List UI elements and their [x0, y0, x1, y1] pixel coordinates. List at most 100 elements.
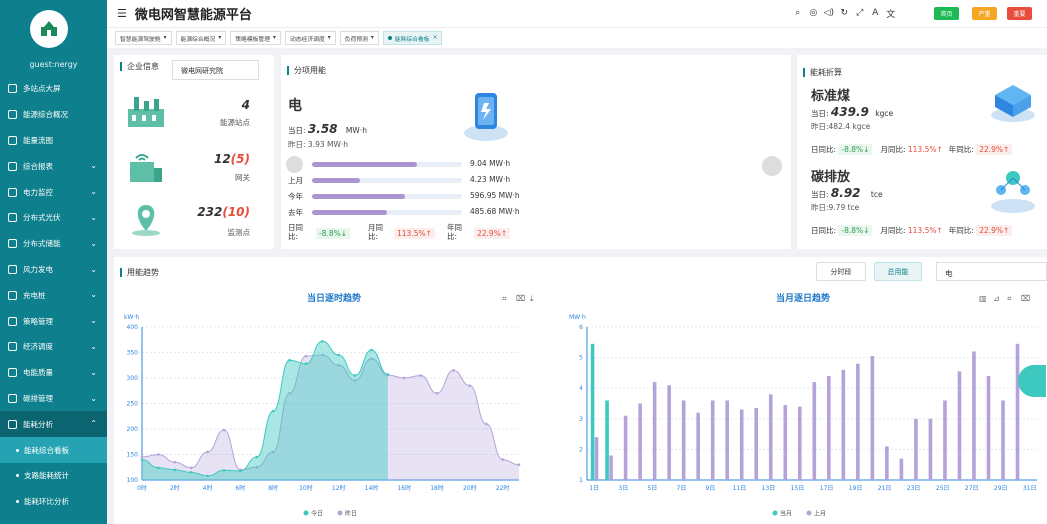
conversion-title: 能耗折算 — [803, 68, 842, 77]
tab[interactable]: 动态经济调度 ▾ — [284, 31, 336, 45]
sidebar-item-label: 分布式储能 — [23, 239, 61, 249]
toolbox-icon[interactable]: ⌧ — [516, 294, 525, 303]
bar — [754, 408, 759, 480]
toolbox-icon[interactable]: ⌗ — [1007, 294, 1012, 303]
tab[interactable]: 策略模板管理 ▾ — [230, 31, 281, 45]
energy-title: 分项用能 — [287, 66, 326, 75]
tab[interactable]: 负荷预测 ▾ — [339, 31, 379, 45]
toolbox-icon[interactable]: ⌧ — [1021, 294, 1030, 303]
legend-marker — [337, 510, 343, 516]
next-arrow-button[interactable] — [762, 156, 782, 176]
sidebar-item[interactable]: 电能质量 ⌄ — [0, 360, 107, 386]
tab-close-icon[interactable]: × — [433, 35, 438, 41]
energy-today: 当日: 3.58 MW·h — [288, 122, 367, 136]
bullet-icon — [16, 474, 19, 478]
x-tick-label: 23日 — [907, 485, 921, 492]
sidebar-item[interactable]: 碳排管理 ⌄ — [0, 386, 107, 412]
search-icon[interactable]: ⌕ — [790, 6, 806, 20]
tab-close-icon[interactable]: ▾ — [218, 35, 221, 41]
x-tick-label: 31日 — [1023, 485, 1037, 492]
data-point — [189, 471, 193, 474]
toolbox-icon[interactable]: ⤓ — [530, 294, 534, 303]
chart-title: 当日逐时趋势 — [307, 292, 361, 304]
home-button[interactable]: 首页 — [934, 7, 959, 20]
bar-fill — [312, 194, 405, 199]
sidebar-subitem[interactable]: 能耗综合看板 — [0, 437, 107, 463]
legend-marker — [772, 510, 778, 516]
gateway-count: 12(5) — [213, 152, 250, 166]
series-area — [142, 341, 388, 480]
sidebar-item[interactable]: 能量流图 — [0, 128, 107, 154]
x-tick-label: 29日 — [994, 485, 1008, 492]
bar — [590, 343, 595, 480]
company-card: 企业信息 微电网研究院 4 能源站点 12(5) 网关 232(10) 监测点 — [114, 55, 274, 249]
language-icon[interactable]: 文 — [883, 6, 899, 20]
chevron-down-icon: ⌄ — [90, 238, 97, 248]
tab-label: 智慧能源驾驶舱 — [120, 36, 161, 43]
sidebar-subitem[interactable]: 支路能耗统计 — [0, 463, 107, 489]
time-period-button[interactable]: 分时段 — [816, 262, 866, 281]
data-point — [402, 376, 406, 380]
data-point — [173, 468, 177, 472]
important-alarm-button[interactable]: 重要 — [1007, 7, 1032, 20]
bar — [797, 406, 802, 480]
assistant-float-button[interactable] — [1018, 365, 1046, 397]
company-title: 企业信息 — [120, 62, 160, 71]
x-tick-label: 13日 — [762, 485, 776, 492]
tab[interactable]: 智慧能源驾驶舱 ▾ — [115, 31, 172, 45]
toolbox-icon[interactable]: ▥ — [979, 294, 987, 303]
menu-icon — [8, 135, 17, 145]
tab[interactable]: 能耗综合看板 × — [382, 31, 443, 45]
sound-icon[interactable]: ◁) — [821, 6, 837, 20]
refresh-icon[interactable]: ↻ — [837, 6, 853, 20]
sidebar-subitem[interactable]: 能耗环比分析 — [0, 489, 107, 515]
bar — [899, 458, 904, 480]
menu-icon — [8, 290, 17, 300]
sidebar-item[interactable]: 多站点大屏 — [0, 76, 107, 102]
energy-type-select[interactable]: 电 — [936, 262, 1047, 281]
sidebar-item[interactable]: 充电桩 ⌄ — [0, 282, 107, 308]
y-axis-label: kW·h — [124, 314, 139, 321]
data-point — [222, 469, 226, 472]
data-point — [452, 369, 455, 372]
tab-close-icon[interactable]: ▾ — [273, 35, 276, 41]
sidebar-item-label: 综合报表 — [23, 161, 53, 171]
severe-alarm-button[interactable]: 严重 — [972, 7, 997, 20]
total-energy-button[interactable]: 总用能 — [874, 262, 922, 281]
bar — [594, 437, 599, 480]
help-icon[interactable]: ◎ — [806, 6, 822, 20]
sidebar-item-label: 能量流图 — [23, 135, 53, 145]
sidebar-item[interactable]: 经济调度 ⌄ — [0, 334, 107, 360]
sidebar-item[interactable]: 风力发电 ⌄ — [0, 257, 107, 283]
monitor-count: 232(10) — [197, 205, 250, 219]
tab-close-icon[interactable]: ▾ — [371, 35, 374, 41]
font-icon[interactable]: A — [868, 6, 884, 20]
year-label: 年同比: — [447, 223, 462, 241]
sidebar-item[interactable]: 能源综合概况 — [0, 102, 107, 128]
prev-arrow-button[interactable] — [286, 156, 303, 173]
sidebar-item[interactable]: 能耗分析 ⌃ — [0, 411, 107, 438]
tab-close-icon[interactable]: ▾ — [164, 35, 167, 41]
sidebar-item[interactable]: 电力监控 ⌄ — [0, 179, 107, 205]
sidebar-item[interactable]: 综合报表 ⌄ — [0, 153, 107, 179]
chevron-down-icon: ⌄ — [90, 367, 97, 377]
fullscreen-icon[interactable]: ⤢ — [852, 6, 868, 20]
sidebar-item[interactable]: 策略管理 ⌄ — [0, 308, 107, 334]
tab-label: 能耗综合看板 — [394, 36, 430, 43]
data-point — [337, 353, 340, 357]
data-point — [419, 374, 422, 377]
toolbox-icon[interactable]: ⊿ — [993, 294, 1000, 303]
station-label: 能源站点 — [220, 118, 250, 127]
x-tick-label: 22时 — [496, 484, 510, 492]
tab-close-icon[interactable]: ▾ — [328, 35, 331, 41]
data-point — [255, 455, 259, 459]
data-point — [435, 392, 439, 395]
menu-icon — [8, 316, 17, 326]
menu-toggle-icon[interactable]: ☰ — [117, 7, 127, 20]
x-tick-label: 11日 — [733, 485, 747, 492]
toolbox-icon[interactable]: ⌗ — [502, 294, 507, 303]
sidebar-item[interactable]: 分布式储能 ⌄ — [0, 231, 107, 257]
tab[interactable]: 能源综合概况 ▾ — [175, 31, 227, 45]
sidebar-item[interactable]: 分布式光伏 ⌄ — [0, 205, 107, 231]
company-select[interactable]: 微电网研究院 — [172, 60, 259, 80]
